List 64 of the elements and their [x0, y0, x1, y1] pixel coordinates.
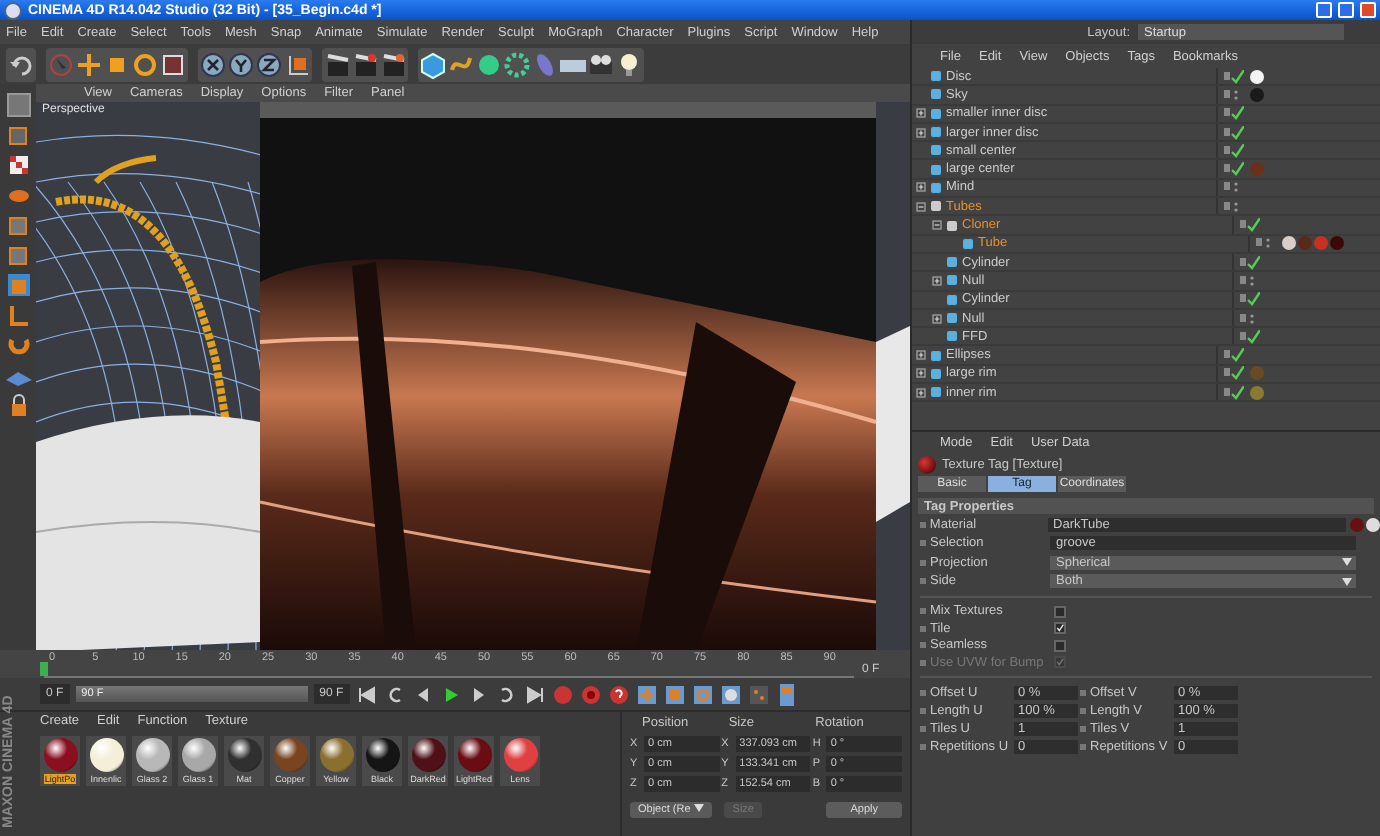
loop-icon[interactable] — [383, 683, 406, 705]
checkbox[interactable] — [1054, 622, 1066, 635]
expand-toggle[interactable] — [916, 127, 926, 138]
array-icon[interactable] — [504, 49, 530, 79]
material-tag-icon[interactable] — [1250, 69, 1264, 84]
material-icon — [1350, 517, 1364, 532]
maximize-button[interactable] — [1338, 2, 1354, 18]
check-icon[interactable] — [1224, 69, 1244, 84]
parameter-key-icon[interactable] — [719, 683, 742, 705]
rotate-icon[interactable] — [132, 49, 158, 79]
light-icon[interactable] — [616, 49, 642, 79]
cube-icon[interactable] — [5, 212, 31, 238]
collapse-toggle[interactable] — [932, 220, 942, 231]
x-axis-icon[interactable] — [200, 49, 226, 79]
expand-toggle[interactable] — [916, 368, 926, 379]
check-icon[interactable] — [1240, 218, 1260, 233]
scale-key-icon[interactable] — [663, 683, 686, 705]
z-axis-icon[interactable] — [256, 49, 282, 79]
checker-icon[interactable] — [5, 152, 31, 178]
expand-toggle[interactable] — [916, 350, 926, 361]
minimize-button[interactable] — [1316, 2, 1332, 18]
cube-icon[interactable] — [5, 272, 31, 298]
timeline-icon[interactable] — [775, 683, 798, 705]
move-key-icon[interactable] — [635, 683, 658, 705]
check-icon[interactable] — [1224, 125, 1244, 140]
expand-toggle[interactable] — [932, 313, 942, 323]
camera-icon[interactable] — [588, 49, 614, 79]
material-tag-icon[interactable] — [1282, 236, 1296, 251]
playhead-marker[interactable] — [40, 662, 48, 676]
check-icon[interactable] — [1224, 366, 1244, 381]
material-icon — [918, 455, 936, 473]
clapper-icon[interactable] — [352, 49, 378, 79]
expand-toggle[interactable] — [932, 275, 942, 286]
cube-icon[interactable] — [420, 49, 446, 79]
check-icon[interactable] — [1224, 385, 1244, 400]
pointer-icon[interactable] — [1366, 517, 1380, 532]
first-frame-icon[interactable] — [355, 683, 378, 705]
collapse-toggle[interactable] — [916, 201, 926, 212]
check-icon[interactable] — [1240, 329, 1260, 344]
expand-toggle[interactable] — [916, 108, 926, 119]
check-icon[interactable] — [1224, 143, 1244, 158]
point-key-icon[interactable] — [747, 683, 770, 705]
checkbox[interactable] — [1054, 605, 1066, 618]
checkbox[interactable] — [1054, 639, 1066, 652]
help-icon[interactable] — [607, 683, 630, 705]
expand-toggle[interactable] — [916, 387, 926, 398]
move-icon[interactable] — [76, 49, 102, 79]
check-icon[interactable] — [1224, 106, 1244, 121]
cube-icon[interactable] — [5, 122, 31, 148]
app-icon — [4, 1, 22, 19]
expand-toggle[interactable] — [916, 182, 926, 193]
caret-icon — [694, 804, 705, 812]
check-icon[interactable] — [1240, 292, 1260, 307]
clapper-icon[interactable] — [324, 49, 350, 79]
y-axis-icon[interactable] — [228, 49, 254, 79]
check-icon[interactable] — [1224, 162, 1244, 177]
last-frame-icon[interactable] — [523, 683, 546, 705]
close-button[interactable] — [1360, 2, 1376, 18]
axis-icon[interactable] — [5, 302, 31, 328]
clapper-icon[interactable] — [380, 49, 406, 79]
check-icon[interactable] — [1224, 348, 1244, 363]
rotate-key-icon[interactable] — [691, 683, 714, 705]
cube-icon[interactable] — [5, 242, 31, 268]
check-icon[interactable] — [1240, 255, 1260, 270]
